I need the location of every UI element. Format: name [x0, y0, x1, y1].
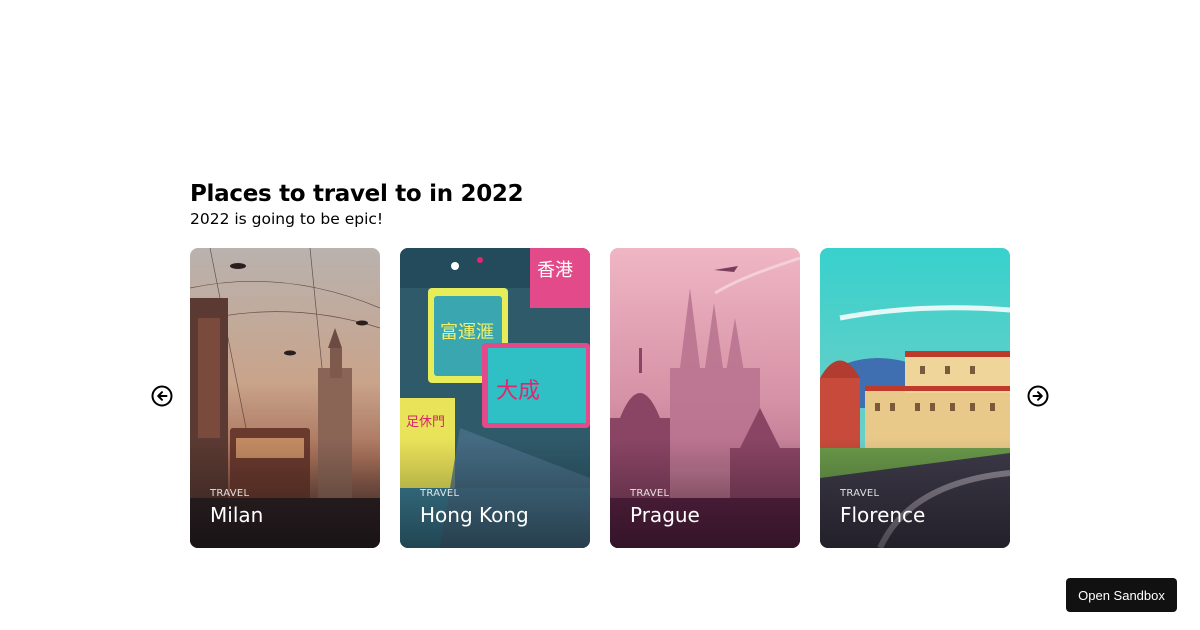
carousel-prev-button[interactable] — [151, 385, 173, 407]
open-sandbox-button[interactable]: Open Sandbox — [1066, 578, 1177, 612]
arrow-left-circle-icon — [151, 385, 173, 407]
destination-card-prague[interactable]: TRAVEL Prague — [610, 248, 800, 548]
card-title: Milan — [210, 503, 264, 527]
card-category: TRAVEL — [630, 488, 670, 499]
destination-card-hong-kong[interactable]: 富運滙 香港 大成 足休門 TRAVEL Hong Kong — [400, 248, 590, 548]
carousel-next-button[interactable] — [1027, 385, 1049, 407]
card-title: Hong Kong — [420, 503, 529, 527]
svg-text:富運滙: 富運滙 — [440, 322, 494, 343]
destination-carousel: TRAVEL Milan 富運滙 香港 大成 足休門 TRAVEL Hong K… — [190, 248, 1010, 548]
card-category: TRAVEL — [840, 488, 880, 499]
arrow-right-circle-icon — [1027, 385, 1049, 407]
card-category: TRAVEL — [210, 488, 250, 499]
page-title: Places to travel to in 2022 — [190, 181, 524, 207]
card-title: Prague — [630, 503, 700, 527]
destination-card-milan[interactable]: TRAVEL Milan — [190, 248, 380, 548]
page-subtitle: 2022 is going to be epic! — [190, 210, 384, 228]
card-title: Florence — [840, 503, 926, 527]
svg-text:足休門: 足休門 — [406, 415, 445, 430]
svg-text:香港: 香港 — [537, 260, 573, 281]
destination-card-florence[interactable]: TRAVEL Florence — [820, 248, 1010, 548]
card-category: TRAVEL — [420, 488, 460, 499]
svg-text:大成: 大成 — [496, 379, 540, 404]
heading-block: Places to travel to in 2022 2022 is goin… — [190, 180, 524, 229]
